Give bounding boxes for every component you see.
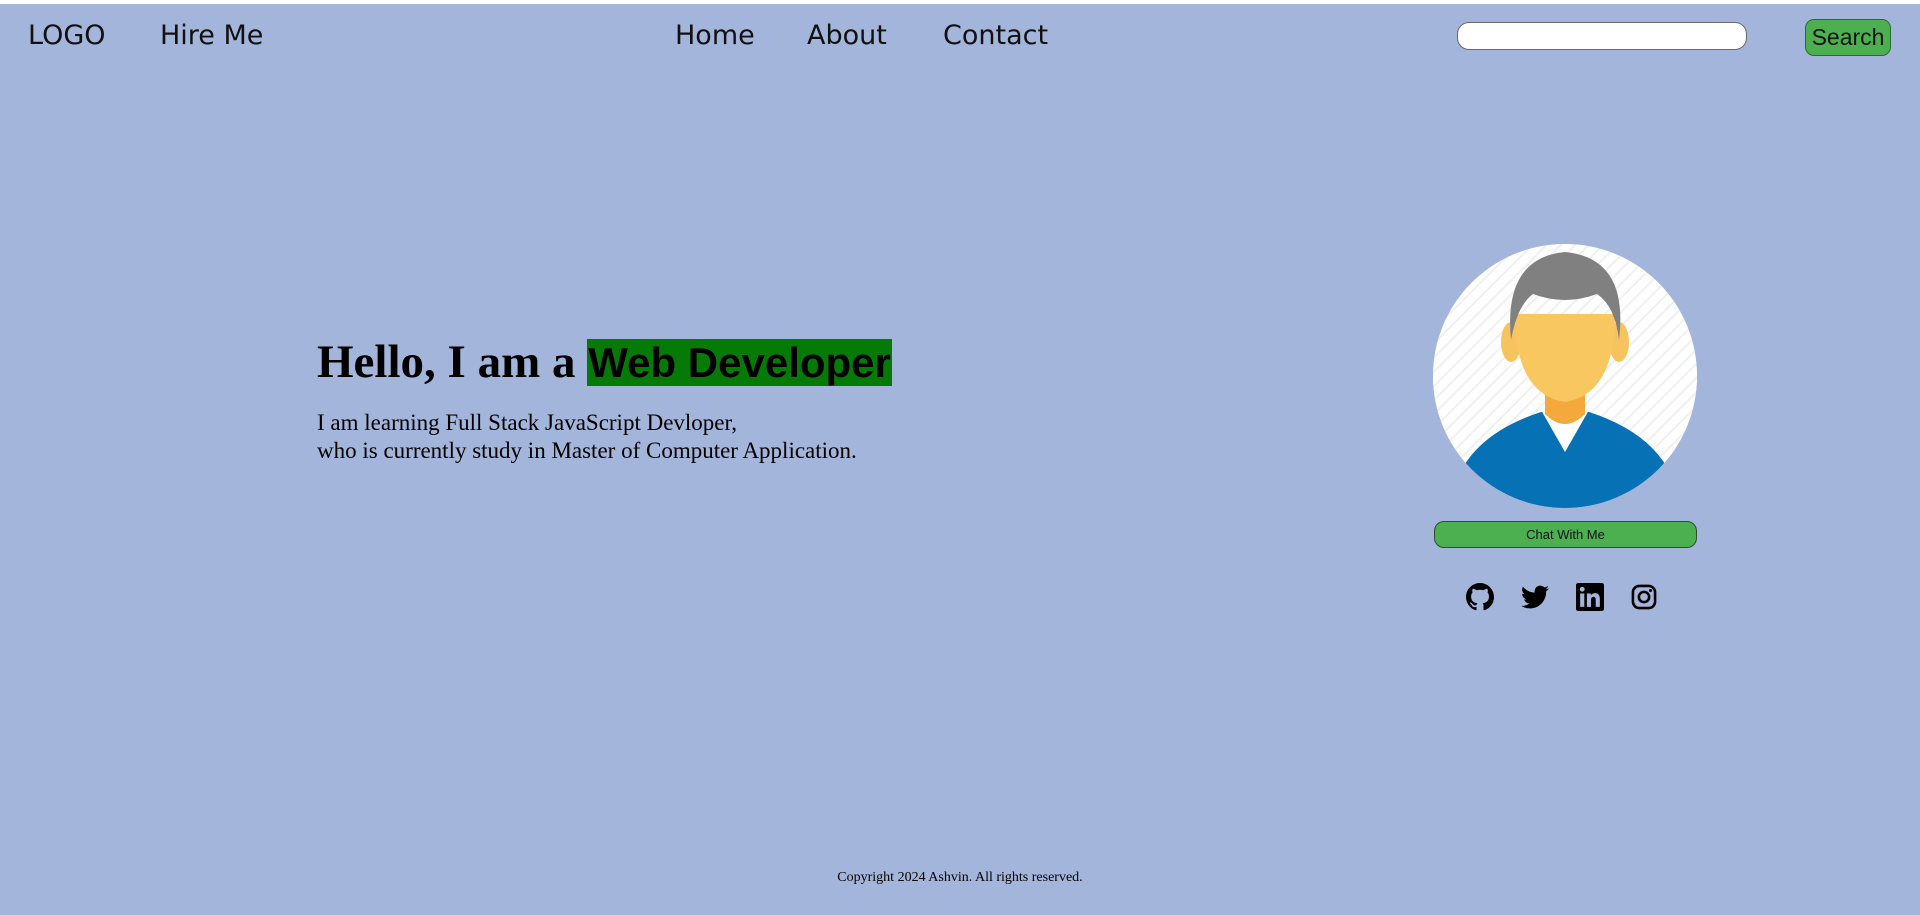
twitter-icon[interactable] [1521, 583, 1549, 611]
github-icon[interactable] [1466, 583, 1494, 611]
page: LOGO Hire Me Home About Contact Search H… [0, 4, 1920, 915]
instagram-icon[interactable] [1630, 583, 1658, 611]
search-input[interactable] [1457, 22, 1747, 50]
nav-home[interactable]: Home [675, 18, 755, 54]
search-button[interactable]: Search [1805, 19, 1891, 56]
linkedin-icon[interactable] [1576, 583, 1604, 611]
hero-desc-line2: who is currently study in Master of Comp… [317, 438, 857, 463]
hero-heading: Hello, I am a Web Developer [317, 334, 892, 391]
hero-description: I am learning Full Stack JavaScript Devl… [317, 409, 857, 465]
avatar [1433, 244, 1697, 508]
logo: LOGO [28, 20, 106, 51]
heading-prefix: Hello, I am a [317, 336, 588, 388]
hire-me-link[interactable]: Hire Me [160, 18, 263, 54]
heading-highlight: Web Developer [587, 339, 892, 386]
nav-about[interactable]: About [807, 18, 887, 54]
hero-desc-line1: I am learning Full Stack JavaScript Devl… [317, 410, 737, 435]
chat-with-me-button[interactable]: Chat With Me [1434, 521, 1697, 548]
user-avatar-icon [1433, 244, 1697, 508]
nav-contact[interactable]: Contact [943, 18, 1048, 54]
footer-copyright: Copyright 2024 Ashvin. All rights reserv… [837, 870, 1083, 885]
